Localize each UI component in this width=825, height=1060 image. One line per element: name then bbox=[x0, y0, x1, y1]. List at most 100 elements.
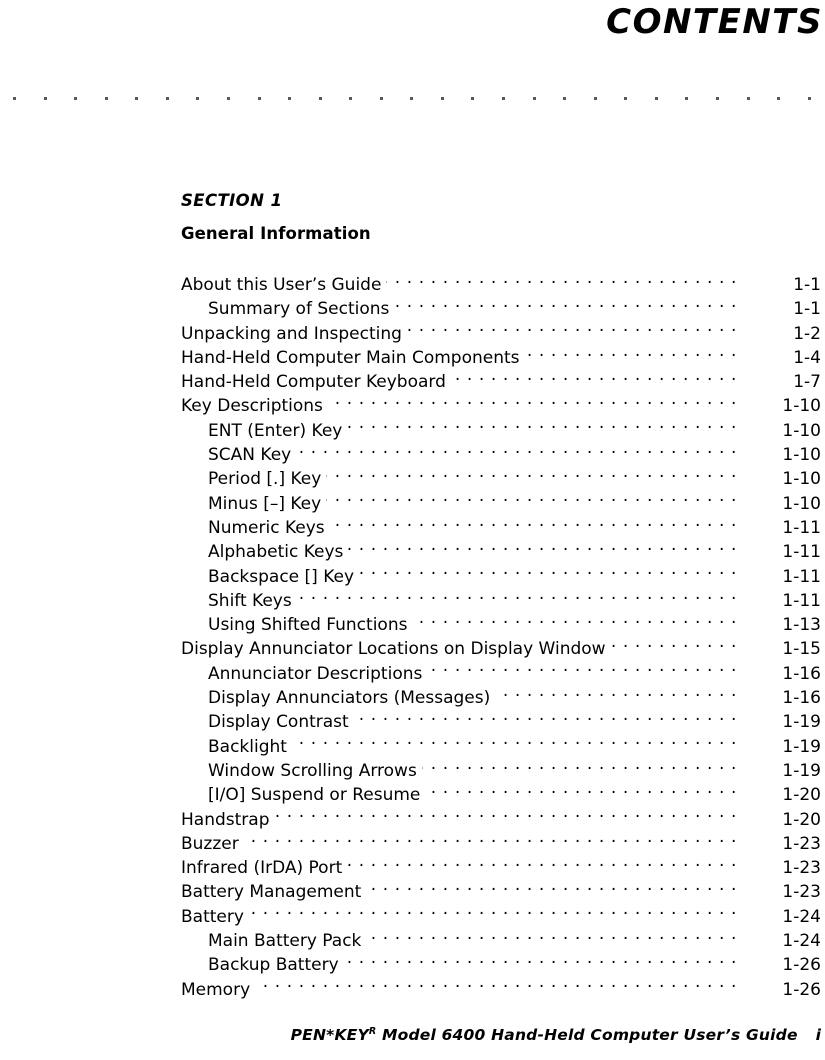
toc-entry-page-number: 1-20 bbox=[782, 785, 821, 806]
toc-entry[interactable]: Backspace [] Key1-11 bbox=[181, 562, 821, 587]
toc-entry-page-number: 1-11 bbox=[782, 566, 821, 587]
rule-dot bbox=[471, 96, 475, 100]
toc-entry[interactable]: SCAN Key 1-10 bbox=[181, 440, 821, 465]
rule-dot bbox=[440, 96, 444, 100]
toc-dot-leader bbox=[347, 853, 737, 873]
toc-entry-page-number: 1-1 bbox=[793, 299, 821, 320]
toc-entry-page-number: 1-16 bbox=[782, 663, 821, 684]
toc-entry-title: Key Descriptions bbox=[181, 396, 323, 417]
toc-entry[interactable]: Infrared (IrDA) Port 1-23 bbox=[181, 853, 821, 879]
toc-entry-title: Buzzer bbox=[181, 833, 239, 854]
toc-entry[interactable]: Alphabetic Keys 1-11 bbox=[181, 537, 821, 563]
toc-entry-page-number: 1-23 bbox=[782, 833, 821, 854]
toc-entry[interactable]: Key Descriptions 1-10 bbox=[181, 391, 821, 417]
toc-dot-leader bbox=[422, 756, 737, 776]
toc-entry[interactable]: Summary of Sections 1-1 bbox=[181, 294, 821, 320]
rule-dot bbox=[593, 96, 597, 100]
toc-dot-leader bbox=[348, 537, 737, 557]
toc-entry-title: Backlight bbox=[208, 736, 287, 757]
toc-entry[interactable]: Backup Battery1-26 bbox=[181, 950, 821, 975]
rule-dot bbox=[777, 96, 781, 100]
toc-entry-page-number: 1-4 bbox=[793, 347, 821, 368]
toc-dot-leader bbox=[330, 513, 737, 533]
toc-entry-page-number: 1-10 bbox=[782, 396, 821, 417]
toc-dot-leader bbox=[366, 926, 737, 946]
rule-dot bbox=[532, 96, 536, 100]
rule-dot bbox=[257, 96, 261, 100]
toc-entry[interactable]: [I/O] Suspend or Resume1-20 bbox=[181, 780, 821, 806]
toc-entry[interactable]: Display Annunciator Locations on Display… bbox=[181, 634, 821, 659]
toc-dot-leader bbox=[296, 440, 737, 460]
toc-entry-title: Minus [–] Key bbox=[208, 493, 322, 514]
toc-dot-leader bbox=[427, 659, 737, 679]
toc-entry[interactable]: Display Contrast1-19 bbox=[181, 707, 821, 733]
toc-dot-leader bbox=[255, 975, 737, 995]
toc-entry-title: Numeric Keys bbox=[208, 517, 325, 538]
rule-dot bbox=[685, 96, 689, 100]
rule-dot bbox=[654, 96, 658, 100]
toc-list: About this User’s Guide1-1Summary of Sec… bbox=[181, 270, 821, 1000]
toc-entry-page-number: 1-11 bbox=[782, 542, 821, 563]
toc-entry-page-number: 1-23 bbox=[782, 858, 821, 879]
toc-entry-page-number: 1-23 bbox=[782, 882, 821, 903]
toc-entry[interactable]: Backlight 1-19 bbox=[181, 732, 821, 757]
footer-product-name: PEN*KEY bbox=[290, 1026, 369, 1044]
toc-entry[interactable]: Window Scrolling Arrows 1-19 bbox=[181, 756, 821, 781]
toc-dot-leader bbox=[326, 464, 737, 484]
toc-dot-leader bbox=[525, 343, 737, 363]
toc-dot-leader bbox=[407, 319, 737, 339]
footer-document-title: PEN*KEYR Model 6400 Hand-Held Computer U… bbox=[291, 1026, 798, 1044]
toc-entry[interactable]: Minus [–] Key 1-10 bbox=[181, 489, 821, 514]
toc-entry[interactable]: Shift Keys 1-11 bbox=[181, 586, 821, 611]
toc-entry-page-number: 1-24 bbox=[782, 931, 821, 952]
rule-dot bbox=[13, 96, 16, 100]
footer-doc-title-rest: Model 6400 Hand-Held Computer User’s Gui… bbox=[376, 1026, 798, 1044]
toc-dot-leader bbox=[354, 707, 737, 727]
toc-entry[interactable]: Buzzer 1-23 bbox=[181, 829, 821, 854]
toc-entry[interactable]: Period [.] Key 1-10 bbox=[181, 464, 821, 490]
toc-entry[interactable]: Numeric Keys 1-11 bbox=[181, 513, 821, 538]
toc-entry[interactable]: Handstrap1-20 bbox=[181, 805, 821, 830]
footer-page-number: i bbox=[815, 1026, 821, 1044]
rule-dot bbox=[135, 96, 139, 100]
toc-entry-page-number: 1-10 bbox=[782, 469, 821, 490]
toc-entry[interactable]: Unpacking and Inspecting 1-2 bbox=[181, 319, 821, 344]
toc-entry-page-number: 1-19 bbox=[782, 712, 821, 733]
toc-dot-leader bbox=[344, 950, 737, 970]
toc-entry[interactable]: ENT (Enter) Key1-10 bbox=[181, 416, 821, 441]
toc-dot-leader bbox=[425, 780, 737, 800]
toc-entry[interactable]: Hand-Held Computer Main Components1-4 bbox=[181, 343, 821, 368]
toc-entry[interactable]: Battery 1-24 bbox=[181, 902, 821, 927]
toc-entry[interactable]: Hand-Held Computer Keyboard1-7 bbox=[181, 367, 821, 392]
rule-dot bbox=[74, 96, 78, 100]
toc-entry-title: Window Scrolling Arrows bbox=[208, 760, 417, 781]
rule-dot bbox=[715, 96, 719, 100]
toc-entry[interactable]: Using Shifted Functions 1-13 bbox=[181, 610, 821, 635]
toc-entry-title: Summary of Sections bbox=[208, 299, 390, 320]
toc-entry[interactable]: Main Battery Pack 1-24 bbox=[181, 926, 821, 952]
toc-dot-leader bbox=[386, 270, 737, 290]
rule-dot bbox=[226, 96, 230, 100]
page-header: CONTENTS bbox=[0, 0, 825, 48]
toc-entry-title: Period [.] Key bbox=[208, 469, 322, 490]
toc-entry[interactable]: Memory 1-26 bbox=[181, 975, 821, 1000]
toc-dot-leader bbox=[495, 683, 737, 703]
toc-dot-leader bbox=[297, 586, 737, 606]
toc-dot-leader bbox=[451, 367, 737, 387]
toc-entry-title: Infrared (IrDA) Port bbox=[181, 858, 343, 879]
toc-entry[interactable]: Annunciator Descriptions 1-16 bbox=[181, 659, 821, 684]
rule-dot bbox=[349, 96, 353, 100]
toc-entry-title: Unpacking and Inspecting bbox=[181, 323, 402, 344]
toc-entry-title: Battery bbox=[181, 906, 244, 927]
toc-entry[interactable]: Display Annunciators (Messages)1-16 bbox=[181, 683, 821, 708]
toc-entry[interactable]: About this User’s Guide 1-1 bbox=[181, 270, 821, 295]
toc-dot-leader bbox=[347, 416, 737, 436]
rule-dot bbox=[104, 96, 108, 100]
toc-entry-title: Annunciator Descriptions bbox=[208, 663, 423, 684]
toc-entry[interactable]: Battery Management1-23 bbox=[181, 877, 821, 903]
toc-entry-page-number: 1-10 bbox=[782, 493, 821, 514]
table-of-contents-block: SECTION 1 General Information About this… bbox=[181, 190, 821, 1000]
page-title: CONTENTS bbox=[606, 2, 823, 42]
rule-dot bbox=[624, 96, 628, 100]
rule-dot bbox=[196, 96, 200, 100]
